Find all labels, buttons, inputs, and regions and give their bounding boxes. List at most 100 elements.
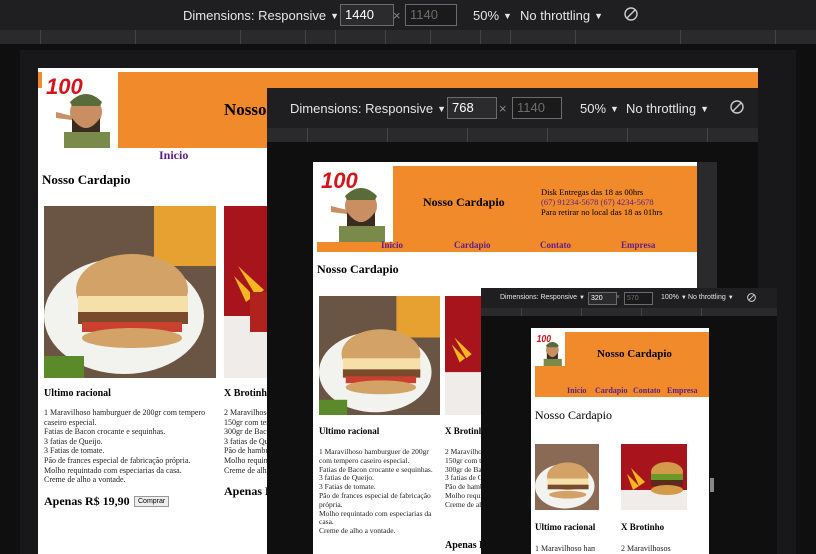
caret-down-icon: ▼ xyxy=(503,10,512,21)
logo-text: 100 xyxy=(321,168,358,193)
throttle-label: No throttling xyxy=(688,294,726,301)
product-name-racional: Ultimo racional xyxy=(319,426,380,436)
caret-down-icon: ▼ xyxy=(610,103,619,114)
nav-empresa[interactable]: Empresa xyxy=(621,240,655,250)
caret-down-icon: ▼ xyxy=(330,10,339,21)
throttle-dropdown[interactable]: No throttling ▼ xyxy=(520,8,603,23)
section-heading: Nosso Cardapio xyxy=(317,262,399,276)
contact-hours: Disk Entregas das 18 as 00hrs xyxy=(541,187,644,197)
zoom-dropdown[interactable]: 100% ▼ xyxy=(661,294,687,301)
height-input[interactable]: 570 xyxy=(624,292,653,305)
buy-button[interactable]: Comprar xyxy=(134,496,170,507)
dimensions-label: Dimensions: Responsive xyxy=(183,8,327,23)
times-sign: × xyxy=(499,101,507,116)
inner-devtools: Dimensions: Responsive ▼ 320 × 570 100% … xyxy=(481,288,777,554)
logo-text: 100 xyxy=(537,333,552,344)
desc-line: Pão de frances especial de fabricação pr… xyxy=(319,490,431,509)
desc-line: 1 Maravilhoso hamburguer de 200gr com te… xyxy=(44,408,206,427)
dimensions-label: Dimensions: Responsive xyxy=(290,101,434,116)
desc-line: Pão de frances especial de fabricação pr… xyxy=(44,455,191,465)
caret-down-icon: ▼ xyxy=(680,294,687,301)
logo[interactable]: 100 xyxy=(317,166,393,242)
product-name-racional: Ultimo racional xyxy=(44,388,111,399)
product-image-racional xyxy=(44,206,216,378)
caret-down-icon: ▼ xyxy=(437,103,446,114)
section-heading: Nosso Cardapio xyxy=(535,408,612,422)
nav-contato[interactable]: Contato xyxy=(633,386,661,395)
rotate-icon[interactable] xyxy=(747,293,756,302)
product-image-brotinho xyxy=(445,296,485,415)
nav-empresa[interactable]: Empresa xyxy=(667,386,698,395)
devtools-toolbar: Dimensions: Responsive ▼ 320 × 570 100% … xyxy=(481,288,777,308)
page-title: Nosso Cardapio xyxy=(597,348,672,360)
throttle-label: No throttling xyxy=(626,101,697,116)
nav-inicio[interactable]: Inicio xyxy=(159,148,188,163)
ruler xyxy=(481,308,777,316)
times-sign: × xyxy=(393,8,401,23)
zoom-dropdown[interactable]: 50% ▼ xyxy=(473,8,512,23)
throttle-dropdown[interactable]: No throttling ▼ xyxy=(626,101,709,116)
nav-contato[interactable]: Contato xyxy=(540,240,571,250)
page-title: Nosso Cardapio xyxy=(423,195,505,209)
product-image-racional xyxy=(319,296,440,415)
desc-line: Molho requintado com especiarias da casa… xyxy=(319,508,432,527)
nav-inicio[interactable]: Inicio xyxy=(381,240,403,250)
desc-line: Creme de alho a vontade. xyxy=(44,475,126,485)
logo-text: 100 xyxy=(46,74,83,99)
inner-page: 100 Nosso Cardapio Inicio Cardapio Conta… xyxy=(531,328,709,554)
product-desc-brotinho: 2 Maravilhosos xyxy=(621,544,687,553)
contact-pickup: Para retirar no local das 18 as 01hrs xyxy=(541,207,663,217)
logo[interactable]: 100 xyxy=(535,332,565,366)
desc-line: Molho requintado com especiarias da casa… xyxy=(44,465,182,475)
section-heading: Nosso Cardapio xyxy=(42,172,131,187)
dimensions-dropdown[interactable]: Dimensions: Responsive ▼ xyxy=(500,294,585,301)
desc-line: 3 fatias de Queijo. xyxy=(44,436,103,446)
caret-down-icon: ▼ xyxy=(594,10,604,21)
nav-inicio[interactable]: Inicio xyxy=(567,386,587,395)
zoom-label: 50% xyxy=(580,101,607,116)
desc-line: Creme de alho a vontade. xyxy=(319,526,396,536)
contact-info: Disk Entregas das 18 as 00hrs (67) 91234… xyxy=(541,187,663,217)
product-desc-racional: 1 Maravilhoso hamburguer de 200gr com te… xyxy=(44,408,214,485)
caret-down-icon: ▼ xyxy=(579,294,585,301)
rotate-icon[interactable] xyxy=(624,7,638,21)
ruler xyxy=(0,30,816,44)
width-input[interactable]: 1440 xyxy=(340,4,394,26)
caret-down-icon: ▼ xyxy=(727,294,734,301)
product-price-racional: Apenas R$ 19,90 xyxy=(44,494,130,508)
product-name-racional: Ultimo racional xyxy=(535,522,596,532)
zoom-label: 100% xyxy=(661,294,679,301)
product-name-brotinho: X Brotinho xyxy=(621,522,665,532)
desc-line: Creme de alho a vontade. xyxy=(445,499,485,509)
nav-cardapio[interactable]: Cardapio xyxy=(454,240,491,250)
product-image-brotinho xyxy=(621,444,687,510)
desc-line: 3 Fatias de tomate. xyxy=(44,446,105,456)
desc-line: 2 Maravilhosos xyxy=(621,544,671,553)
width-input[interactable]: 320 xyxy=(588,292,617,305)
times-sign: × xyxy=(616,294,621,301)
dimensions-dropdown[interactable]: Dimensions: Responsive ▼ xyxy=(183,8,339,23)
product-desc-racional: 1 Maravilhoso hamburguer de 200gr com te… xyxy=(535,544,595,553)
devtools-toolbar: Dimensions: Responsive ▼ 1440 × 1140 50%… xyxy=(0,0,816,30)
zoom-dropdown[interactable]: 50% ▼ xyxy=(580,101,619,116)
caret-down-icon: ▼ xyxy=(700,103,710,114)
rotate-icon[interactable] xyxy=(730,100,744,114)
throttle-label: No throttling xyxy=(520,8,591,23)
height-input[interactable]: 1140 xyxy=(405,4,457,26)
contact-phones[interactable]: (67) 91234-5678 (67) 4234-5678 xyxy=(541,197,663,207)
throttle-dropdown[interactable]: No throttling ▼ xyxy=(688,294,734,301)
nav-cardapio[interactable]: Cardapio xyxy=(595,386,627,395)
dimensions-dropdown[interactable]: Dimensions: Responsive ▼ xyxy=(290,101,446,116)
desc-line: 1 Maravilhoso hamburguer de 200gr com te… xyxy=(319,447,429,465)
scrollbar-thumb[interactable] xyxy=(710,478,714,492)
product-name-brotinho: X Brotinho xyxy=(224,388,272,399)
width-input[interactable]: 768 xyxy=(447,97,497,119)
devtools-toolbar: Dimensions: Responsive ▼ 768 × 1140 50% … xyxy=(267,88,758,128)
product-desc-brotinho: 2 Maravilhosos 150gr com tempero 300gr d… xyxy=(445,448,485,510)
desc-line: Fatias de Bacon crocante e sequinhas. xyxy=(44,427,166,437)
logo[interactable]: 100 xyxy=(42,72,118,148)
height-input[interactable]: 1140 xyxy=(512,97,562,119)
dimensions-label: Dimensions: Responsive xyxy=(500,294,578,301)
zoom-label: 50% xyxy=(473,8,500,23)
product-desc-racional: 1 Maravilhoso hamburguer de 200gr com te… xyxy=(319,447,441,536)
